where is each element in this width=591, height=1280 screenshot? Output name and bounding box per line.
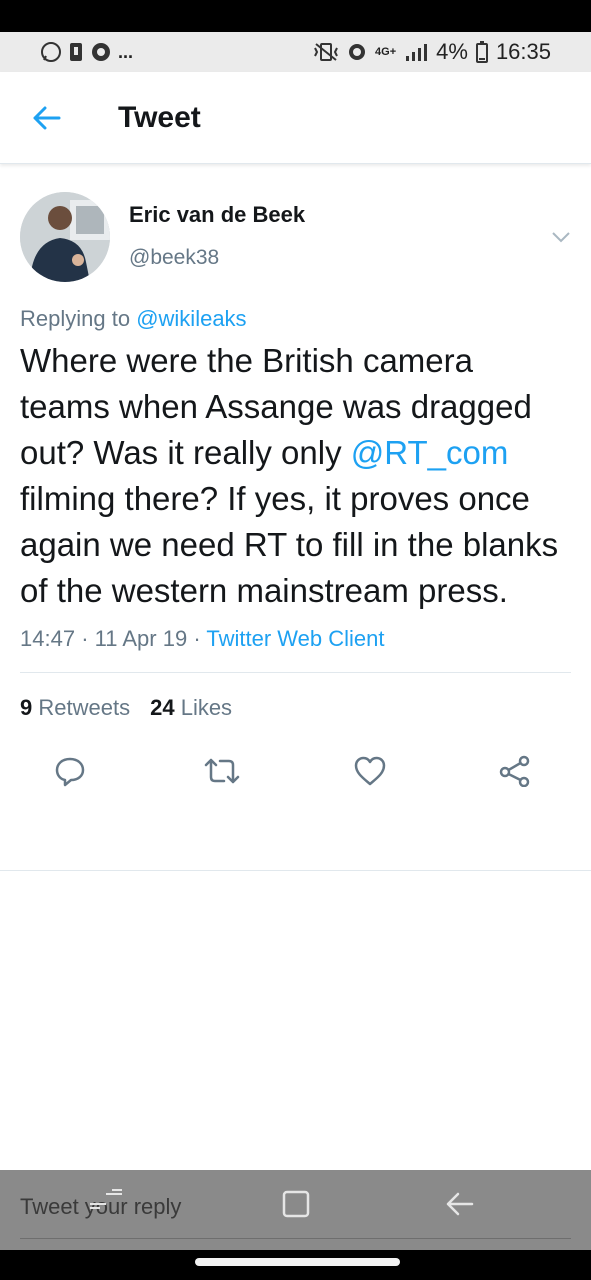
share-button[interactable] xyxy=(498,755,532,792)
clock: 16:35 xyxy=(495,39,551,64)
tweet-source[interactable]: Twitter Web Client xyxy=(206,626,384,651)
gesture-home-indicator[interactable] xyxy=(195,1258,400,1266)
divider xyxy=(0,870,591,871)
tweet-text-part-2: filming there? If yes, it proves once ag… xyxy=(20,480,559,609)
tweet-actions xyxy=(20,721,571,816)
battery-icon xyxy=(475,41,488,63)
meta-separator: · xyxy=(81,626,89,651)
reply-icon xyxy=(55,757,85,787)
chevron-down-icon xyxy=(552,232,570,243)
tweet: Eric van de Beek @beek38 Replying to @wi… xyxy=(0,192,591,816)
retweets-count: 9 xyxy=(20,695,33,720)
likes-count: 24 xyxy=(150,695,175,720)
status-system: 4G+ 4% 16:35 xyxy=(313,39,551,65)
reply-input-underline xyxy=(20,1238,571,1239)
heart-icon xyxy=(354,756,386,786)
arrow-left-icon xyxy=(446,1192,474,1216)
likes-stat[interactable]: 24 Likes xyxy=(150,695,232,721)
home-square-icon xyxy=(282,1190,310,1218)
vibrate-mute-icon xyxy=(314,43,338,61)
recent-apps-button[interactable] xyxy=(88,1188,124,1223)
reply-button[interactable] xyxy=(54,755,86,792)
battery-percent: 4% xyxy=(436,39,468,64)
avatar-photo xyxy=(20,192,110,282)
mention-link[interactable]: @RT_com xyxy=(351,434,509,471)
app-header: Tweet xyxy=(0,72,591,164)
network-type: 4G+ xyxy=(375,46,397,58)
alarm-icon xyxy=(349,44,366,60)
likes-label: Likes xyxy=(180,695,233,720)
home-button[interactable] xyxy=(280,1188,312,1225)
recent-apps-icon xyxy=(90,1189,122,1209)
share-icon xyxy=(499,755,530,788)
page-title: Tweet xyxy=(118,100,201,134)
author-display-name[interactable]: Eric van de Beek xyxy=(129,202,305,228)
retweet-button[interactable] xyxy=(202,755,242,792)
tweet-options-button[interactable] xyxy=(551,230,571,248)
author-handle[interactable]: @beek38 xyxy=(129,246,305,270)
tweet-detail-screen: Tweet Eric van de Beek @beek38 Replying … xyxy=(0,72,591,1170)
status-notifications: ... xyxy=(40,41,133,63)
meta-separator: · xyxy=(193,626,201,651)
tweet-stats: 9 Retweets 24 Likes xyxy=(20,695,571,721)
tweet-meta: 14:47 · 11 Apr 19 · Twitter Web Client xyxy=(20,626,571,652)
sim-notification-icon xyxy=(70,43,82,61)
signal-icon xyxy=(406,44,428,61)
replying-prefix: Replying to xyxy=(20,306,131,331)
replying-to: Replying to @wikileaks xyxy=(20,306,571,332)
nav-back-button[interactable] xyxy=(444,1188,476,1225)
status-bar: ... 4G+ 4% 16:35 xyxy=(0,32,591,72)
reply-compose-bar: Tweet your reply xyxy=(0,1170,591,1250)
more-notifications: ... xyxy=(118,41,134,62)
avatar[interactable] xyxy=(20,192,110,282)
replying-to-link[interactable]: @wikileaks xyxy=(136,306,246,331)
tweet-date: 11 Apr 19 xyxy=(94,626,188,651)
like-button[interactable] xyxy=(353,755,387,792)
tweet-text: Where were the British camera teams when… xyxy=(20,338,571,614)
back-button[interactable] xyxy=(0,72,92,164)
retweet-icon xyxy=(204,758,240,784)
device-top-bezel xyxy=(0,0,591,32)
retweets-label: Retweets xyxy=(38,695,131,720)
arrow-left-icon xyxy=(33,106,61,129)
chrome-icon xyxy=(92,43,110,61)
retweets-stat[interactable]: 9 Retweets xyxy=(20,695,130,721)
tweet-time: 14:47 xyxy=(20,626,76,651)
whatsapp-icon xyxy=(41,42,61,62)
author-names: Eric van de Beek @beek38 xyxy=(129,202,305,270)
divider xyxy=(20,672,571,673)
tweet-author: Eric van de Beek @beek38 xyxy=(20,192,571,282)
